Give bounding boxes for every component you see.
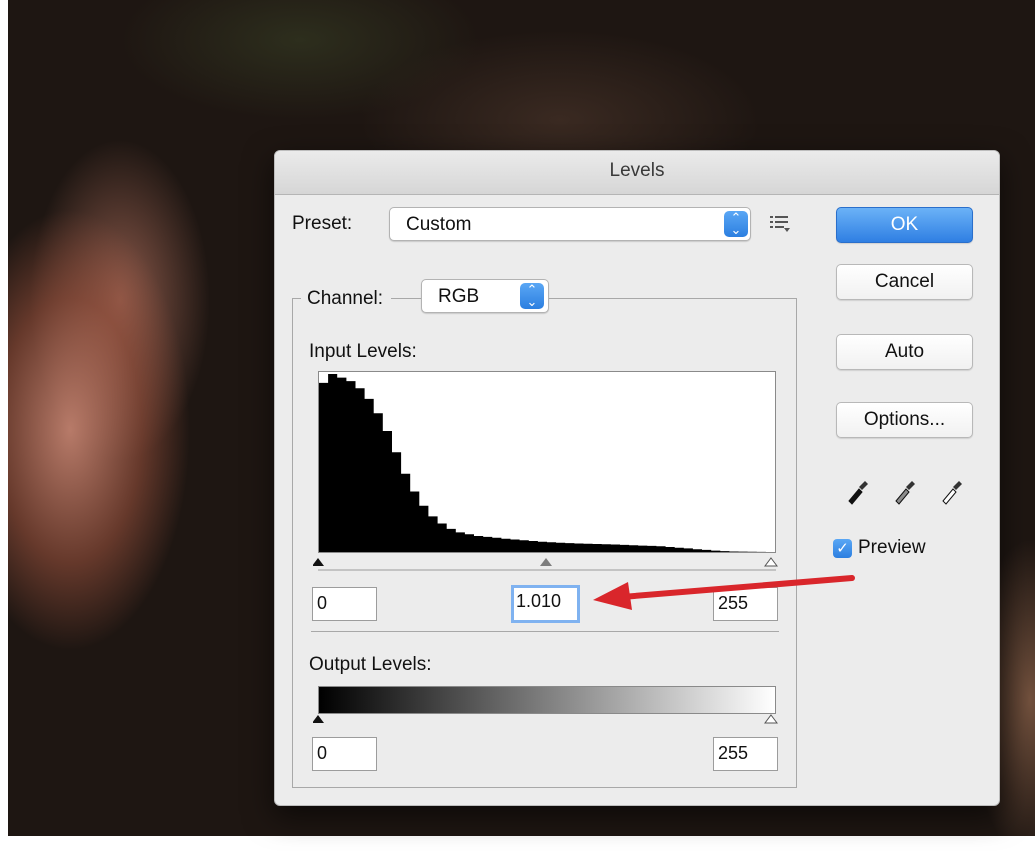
red-arrow-icon	[593, 575, 855, 610]
